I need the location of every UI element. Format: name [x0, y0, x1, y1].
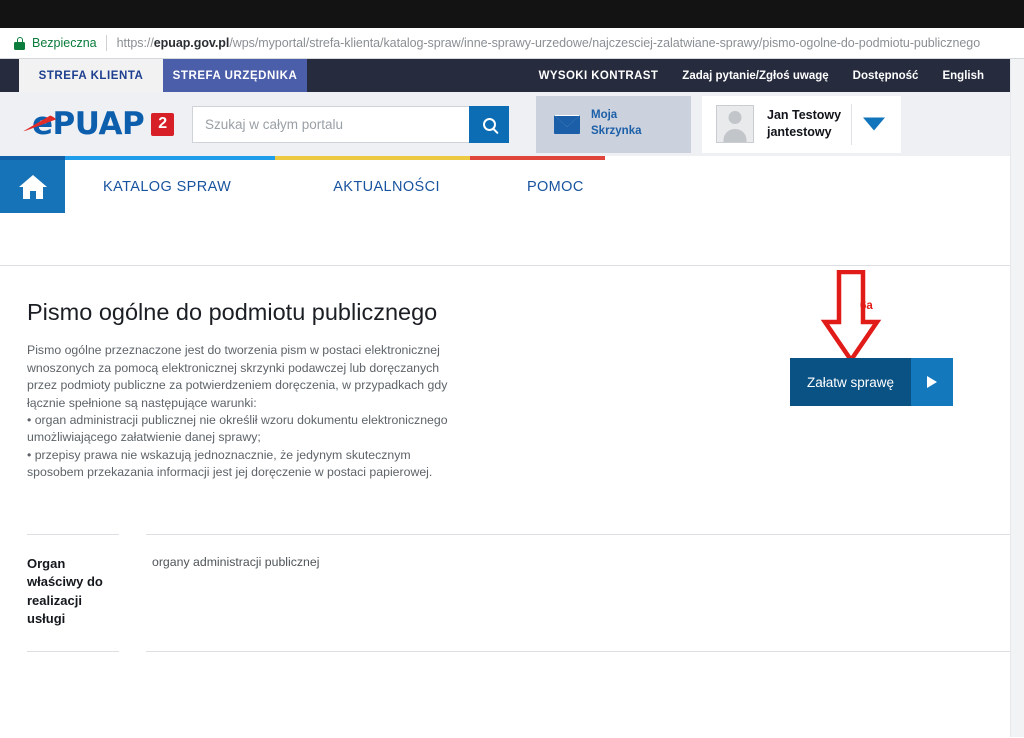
nav-items: KATALOG SPRAW AKTUALNOŚCI POMOC — [0, 160, 1010, 213]
tab-strefa-klienta[interactable]: STREFA KLIENTA — [19, 59, 163, 92]
annotation-arrow: 6a — [815, 270, 890, 365]
address-bar-url[interactable]: https://epuap.gov.pl/wps/myportal/strefa… — [116, 36, 981, 50]
table-row-label: Organ właściwy do realizacji usługi — [27, 533, 119, 652]
link-wysoki-kontrast[interactable]: WYSOKI KONTRAST — [539, 70, 659, 82]
account-divider — [851, 103, 852, 145]
nav-accent-red — [470, 156, 605, 160]
main-navigation: KATALOG SPRAW AKTUALNOŚCI POMOC — [0, 156, 1010, 213]
nav-color-accent-bar — [0, 156, 605, 160]
mailbox-line-2: Skrzynka — [591, 125, 642, 137]
nav-item-pomoc[interactable]: POMOC — [527, 179, 584, 195]
table-column-gap — [119, 534, 146, 652]
zalatw-sprawe-arrow[interactable] — [911, 358, 954, 406]
play-triangle-icon — [927, 376, 938, 388]
mailbox-line-1: Moja — [591, 109, 618, 122]
site-search — [192, 105, 509, 143]
security-status-label: Bezpieczna — [32, 36, 97, 50]
search-button[interactable] — [469, 105, 509, 143]
top-utility-bar: STREFA KLIENTA STREFA URZĘDNIKA WYSOKI K… — [0, 59, 1010, 92]
lock-icon — [14, 36, 25, 50]
url-scheme: https:// — [116, 36, 154, 50]
account-name-block: Jan Testowy jantestowy — [767, 107, 841, 141]
search-input[interactable] — [192, 105, 469, 143]
service-summary-section: Pismo ogólne do podmiotu publicznego Pis… — [0, 266, 1010, 482]
logo-wordmark: ePUAP — [32, 105, 145, 142]
logo-version-badge: 2 — [151, 112, 175, 136]
nav-item-katalog-spraw[interactable]: KATALOG SPRAW — [103, 179, 231, 195]
table-row: Organ właściwy do realizacji usługi orga… — [27, 533, 1010, 652]
account-display-name: Jan Testowy — [767, 108, 842, 123]
utility-links: WYSOKI KONTRAST Zadaj pytanie/Zgłoś uwag… — [539, 59, 1010, 92]
address-bar-divider — [105, 35, 107, 51]
nav-item-aktualnosci[interactable]: AKTUALNOŚCI — [333, 179, 440, 195]
envelope-icon — [554, 114, 580, 134]
table-row-value: organy administracji publicznej — [146, 533, 1010, 652]
browser-address-bar[interactable]: Bezpieczna https://epuap.gov.pl/wps/mypo… — [0, 28, 1024, 59]
site-header: ePUAP 2 Moja Skrzynka Jan Testowy jantes… — [0, 92, 1010, 156]
epuap-logo[interactable]: ePUAP 2 — [22, 105, 182, 142]
url-domain: epuap.gov.pl — [153, 36, 230, 50]
tab-strefa-urzednika[interactable]: STREFA URZĘDNIKA — [163, 59, 307, 92]
zalatw-sprawe-label: Załatw sprawę — [790, 358, 912, 406]
browser-chrome-strip — [0, 0, 1024, 28]
mailbox-label: Moja Skrzynka — [591, 108, 642, 139]
annotation-label: 6a — [860, 300, 873, 312]
zalatw-sprawe-button[interactable]: Załatw sprawę — [790, 358, 954, 406]
url-path: /wps/myportal/strefa-klienta/katalog-spr… — [229, 36, 981, 50]
link-zadaj-pytanie[interactable]: Zadaj pytanie/Zgłoś uwagę — [682, 70, 828, 82]
account-login: jantestowy — [767, 125, 832, 139]
page-right-gutter — [1010, 59, 1024, 737]
account-panel[interactable]: Jan Testowy jantestowy — [702, 95, 901, 153]
search-icon — [482, 117, 496, 131]
chevron-down-icon[interactable] — [863, 117, 885, 131]
avatar — [716, 105, 754, 143]
page-content: Pismo ogólne do podmiotu publicznego Pis… — [0, 265, 1010, 652]
page-viewport: STREFA KLIENTA STREFA URZĘDNIKA WYSOKI K… — [0, 59, 1024, 737]
link-english[interactable]: English — [942, 70, 984, 82]
home-icon — [18, 174, 47, 199]
nav-accent-yellow — [275, 156, 470, 160]
link-dostepnosc[interactable]: Dostępność — [853, 70, 919, 82]
nav-accent-blue-dark — [0, 156, 65, 160]
nav-home-button[interactable] — [0, 160, 65, 213]
service-info-table: Organ właściwy do realizacji usługi orga… — [27, 533, 1010, 652]
service-description: Pismo ogólne przeznaczone jest do tworze… — [27, 343, 448, 480]
mailbox-button[interactable]: Moja Skrzynka — [536, 95, 691, 153]
